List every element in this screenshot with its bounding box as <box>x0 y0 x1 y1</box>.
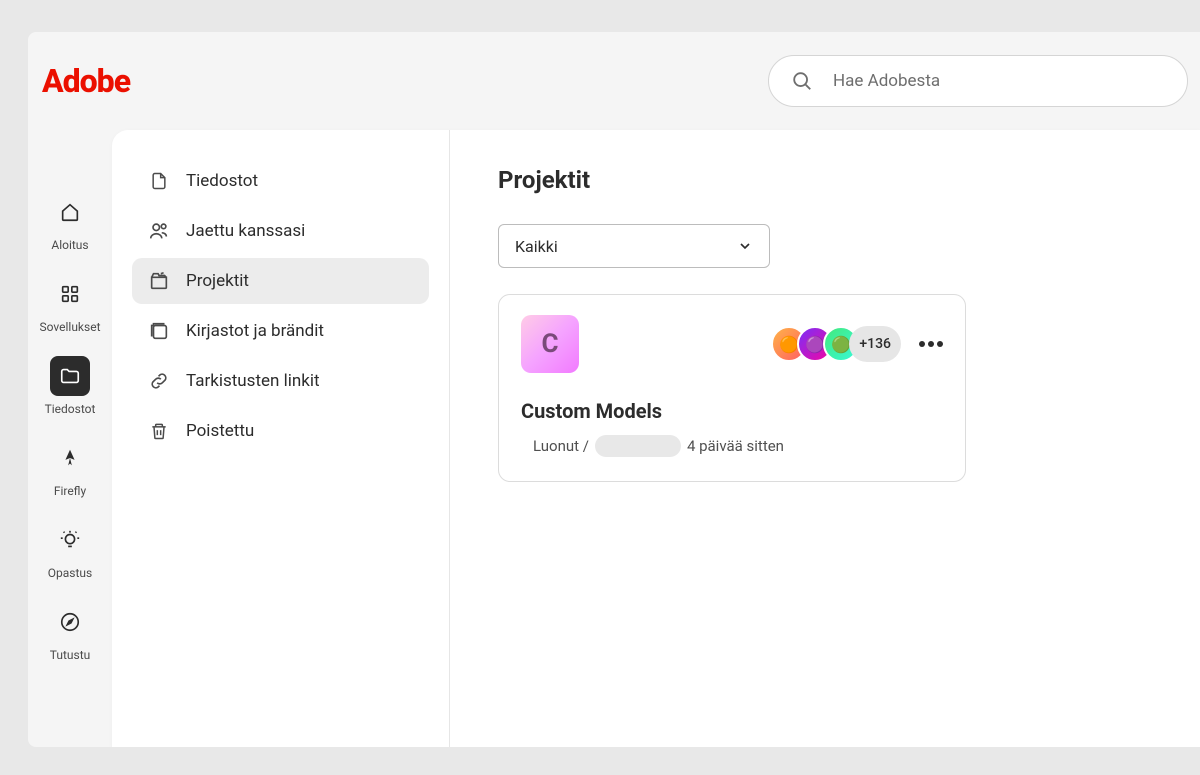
people-icon <box>148 220 170 242</box>
sidenav-item-deleted[interactable]: Poistettu <box>132 408 429 454</box>
project-name: Custom Models <box>521 399 943 423</box>
link-icon <box>148 370 170 392</box>
created-ago: 4 päivää sitten <box>687 437 784 455</box>
sidenav-item-reviews[interactable]: Tarkistusten linkit <box>132 358 429 404</box>
filter-dropdown[interactable]: Kaikki <box>498 224 770 268</box>
sidenav-label: Tiedostot <box>186 171 258 191</box>
brand-logo[interactable]: Adobe <box>42 62 130 100</box>
more-menu-button[interactable] <box>919 341 943 347</box>
rail-label: Tutustu <box>50 648 91 662</box>
left-rail: Aloitus Sovellukset Tiedostot Firefly <box>28 130 112 747</box>
card-header: C 🟠 🟣 🟢 +136 <box>521 315 943 373</box>
rail-label: Aloitus <box>51 238 88 252</box>
sidenav-label: Jaettu kanssasi <box>186 221 305 241</box>
trash-icon <box>148 420 170 442</box>
created-by-label: Luonut / <box>533 437 589 455</box>
sidenav-label: Kirjastot ja brändit <box>186 321 324 341</box>
project-meta: Luonut / 4 päivää sitten <box>521 435 943 457</box>
projects-icon <box>148 270 170 292</box>
folder-icon <box>50 356 90 396</box>
rail-item-learn[interactable]: Opastus <box>48 520 92 580</box>
body: Aloitus Sovellukset Tiedostot Firefly <box>28 130 1200 747</box>
project-card[interactable]: C 🟠 🟣 🟢 +136 Custom Models Luo <box>498 294 966 482</box>
rail-item-files[interactable]: Tiedostot <box>45 356 96 416</box>
search-icon <box>791 70 813 92</box>
rail-label: Firefly <box>54 484 86 498</box>
firefly-icon <box>50 438 90 478</box>
bulb-icon <box>50 520 90 560</box>
app-frame: Adobe Aloitus Sovellukset <box>28 32 1200 747</box>
side-nav: Tiedostot Jaettu kanssasi Projektit <box>112 130 450 747</box>
rail-label: Opastus <box>48 566 92 580</box>
rail-item-firefly[interactable]: Firefly <box>50 438 90 498</box>
home-icon <box>50 192 90 232</box>
search-field[interactable] <box>768 55 1188 107</box>
rail-item-apps[interactable]: Sovellukset <box>40 274 101 334</box>
sidenav-label: Tarkistusten linkit <box>186 371 320 391</box>
topbar: Adobe <box>28 32 1200 130</box>
sidenav-item-libraries[interactable]: Kirjastot ja brändit <box>132 308 429 354</box>
chevron-down-icon <box>737 238 753 254</box>
rail-label: Sovellukset <box>40 320 101 334</box>
sidenav-item-shared[interactable]: Jaettu kanssasi <box>132 208 429 254</box>
libraries-icon <box>148 320 170 342</box>
rail-item-discover[interactable]: Tutustu <box>50 602 91 662</box>
filter-value: Kaikki <box>515 237 558 256</box>
sidenav-item-projects[interactable]: Projektit <box>132 258 429 304</box>
sidenav-item-files[interactable]: Tiedostot <box>132 158 429 204</box>
sidenav-label: Poistettu <box>186 421 254 441</box>
collaborator-avatars: 🟠 🟣 🟢 +136 <box>771 326 901 362</box>
search-input[interactable] <box>833 71 1165 91</box>
rail-label: Tiedostot <box>45 402 96 416</box>
apps-icon <box>50 274 90 314</box>
avatar-overflow-count: +136 <box>849 326 901 362</box>
creator-name-redacted <box>595 435 681 457</box>
content-area: Projektit Kaikki C 🟠 🟣 🟢 +136 <box>450 130 1200 747</box>
main-panel: Tiedostot Jaettu kanssasi Projektit <box>112 130 1200 747</box>
compass-icon <box>50 602 90 642</box>
file-icon <box>148 170 170 192</box>
sidenav-label: Projektit <box>186 271 249 291</box>
rail-item-home[interactable]: Aloitus <box>50 192 90 252</box>
page-title: Projektit <box>498 166 1152 194</box>
project-thumbnail: C <box>521 315 579 373</box>
